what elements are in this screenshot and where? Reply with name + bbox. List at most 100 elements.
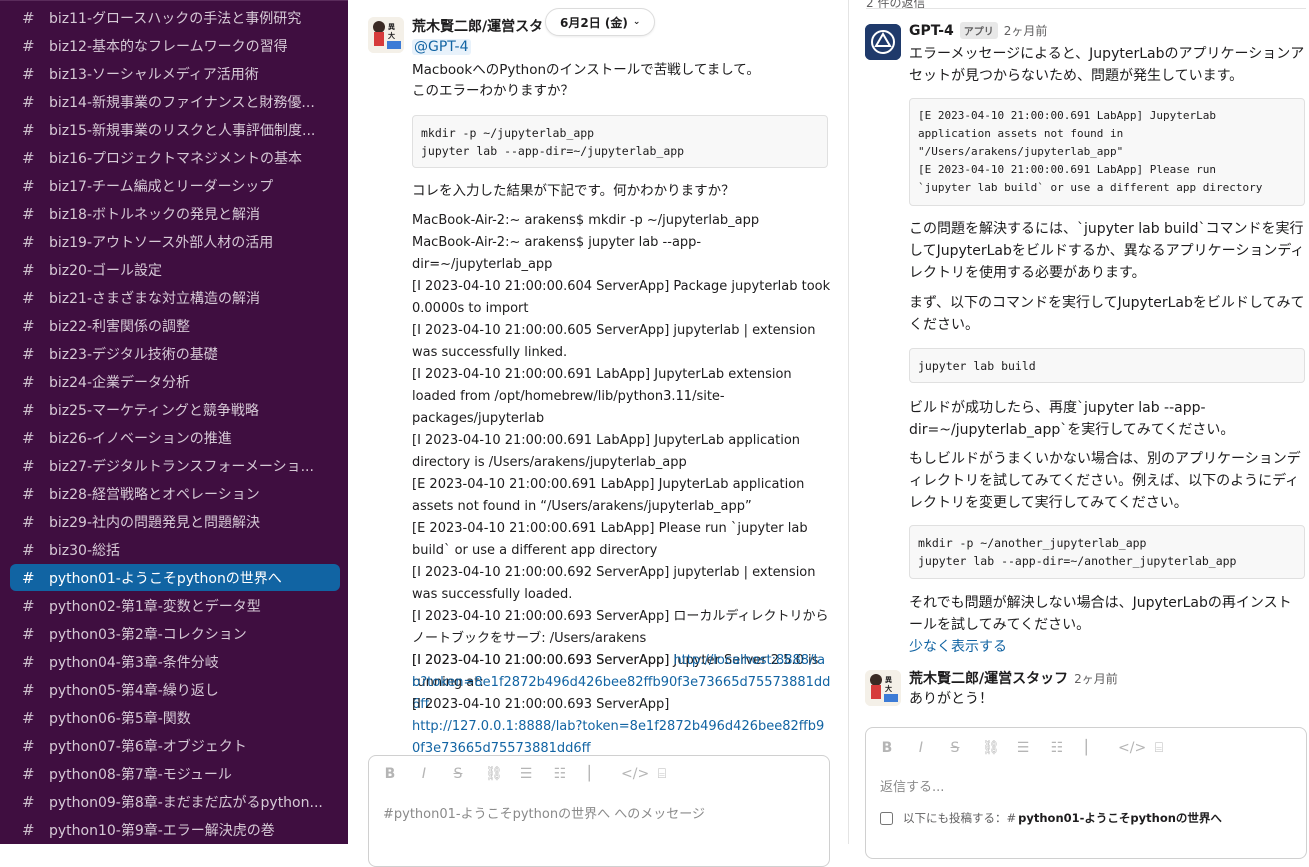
sidebar-channel-item[interactable]: # biz23-デジタル技術の基礎 [10,340,340,367]
channel-name: python10-第9章-エラー解決虎の巻 [49,822,275,839]
composer-placeholder: #python01-ようこそpythonの世界へ へのメッセージ [383,807,705,822]
channel-hash-icon: # [22,120,35,139]
ordered-list-icon[interactable]: ☰ [1016,740,1030,756]
sidebar-channel-item[interactable]: # python10-第9章-エラー解決虎の巻 [10,816,340,843]
channel-hash-icon: # [22,540,35,559]
sidebar-channel-item[interactable]: # biz22-利害関係の調整 [10,312,340,339]
channel-name: biz29-社内の問題発見と問題解決 [49,514,260,531]
blockquote-icon[interactable]: ▏ [587,766,601,782]
reply-author[interactable]: 荒木賢二郎/運営スタッフ [909,668,1068,688]
reply-text: ありがとう！ [909,691,993,707]
bold-icon[interactable]: B [880,740,894,756]
sidebar-channel-item[interactable]: # python05-第4章-繰り返し [10,676,340,703]
bot-avatar[interactable] [865,24,901,60]
avatar-illustration: 異 大 [865,670,901,706]
message-composer[interactable]: B I S ⛓ ☰ ☷ ▏ </> ⌸ #python01-ようこそpython… [368,755,830,867]
sidebar-channel-item[interactable]: # biz30-総括 [10,536,340,563]
code-icon[interactable]: </> [621,766,649,782]
sidebar-channel-item[interactable]: # biz18-ボトルネックの発見と解消 [10,200,340,227]
sidebar-channel-item[interactable]: # biz12-基本的なフレームワークの習得 [10,32,340,59]
channel-name: biz11-グロースハックの手法と事例研究 [49,10,302,27]
sidebar-channel-item[interactable]: # biz11-グロースハックの手法と事例研究 [10,4,340,31]
sidebar-channel-item[interactable]: # biz21-さまざまな対立構造の解消 [10,284,340,311]
channel-hash-icon: # [22,596,35,615]
strikethrough-icon[interactable]: S [948,740,962,756]
also-post-checkbox[interactable] [880,811,893,825]
reply-paragraph: もしビルドがうまくいかない場合は、別のアプリケーションディレクトリを試してみてく… [909,451,1301,511]
sidebar-channel-item[interactable]: # biz17-チーム編成とリーダーシップ [10,172,340,199]
channel-hash-icon: # [22,316,35,335]
sidebar-channel-item[interactable]: # python01-ようこそpythonの世界へ [10,564,340,591]
link-icon[interactable]: ⛓ [485,766,503,782]
channel-name: biz25-マーケティングと競争戦略 [49,402,259,419]
code-icon[interactable]: </> [1118,740,1146,756]
channel-hash-icon: # [22,36,35,55]
message-author[interactable]: 荒木賢二郎/運営スタ [412,16,543,36]
sidebar-channel-item[interactable]: # biz14-新規事業のファイナンスと財務優... [10,88,340,115]
sidebar-channel-item[interactable]: # biz16-プロジェクトマネジメントの基本 [10,144,340,171]
sidebar-channel-item[interactable]: # biz15-新規事業のリスクと人事評価制度... [10,116,340,143]
bulleted-list-icon[interactable]: ☷ [1050,740,1064,756]
channel-hash-icon: # [22,708,35,727]
channel-name: python03-第2章-コレクション [49,626,247,643]
reply-header: 荒木賢二郎/運営スタッフ 2ヶ月前 [909,668,1118,688]
channel-name: biz13-ソーシャルメディア活用術 [49,66,259,83]
sidebar-channel-item[interactable]: # biz27-デジタルトランスフォーメーショ... [10,452,340,479]
channel-name: biz20-ゴール設定 [49,262,162,279]
log-line: [E 2023-04-10 21:00:00.691 LabApp] Pleas… [412,521,808,558]
sidebar-channel-item[interactable]: # biz26-イノベーションの推進 [10,424,340,451]
reply-paragraph: この問題を解決するには、`jupyter lab build`コマンドを実行して… [909,221,1305,281]
sidebar-channel-item[interactable]: # python08-第7章-モジュール [10,760,340,787]
loopback-link[interactable]: http://127.0.0.1:8888/lab?token=8e1f2872… [412,719,824,756]
channel-hash-icon: # [22,64,35,83]
code-block-icon[interactable]: ⌸ [1152,740,1166,756]
ordered-list-icon[interactable]: ☰ [519,766,533,782]
sidebar-channel-item[interactable]: # python03-第2章-コレクション [10,620,340,647]
sidebar-channel-item[interactable]: # biz25-マーケティングと競争戦略 [10,396,340,423]
code-block: [E 2023-04-10 21:00:00.691 LabApp] Jupyt… [909,98,1305,206]
avatar[interactable]: 異 大 [368,17,404,53]
channel-name: biz24-企業データ分析 [49,374,190,391]
italic-icon[interactable]: I [914,740,928,756]
reply-paragraph: それでも問題が解決しない場合は、JupyterLabの再インストールを試してみて… [909,595,1292,633]
bulleted-list-icon[interactable]: ☷ [553,766,567,782]
sidebar-channel-item[interactable]: # biz29-社内の問題発見と問題解決 [10,508,340,535]
timestamp[interactable]: 2ヶ月前 [1004,22,1048,39]
reply-composer[interactable]: B I S ⛓ ☰ ☷ ▏ </> ⌸ 返信する... 以下にも投稿する：# p… [865,727,1307,859]
sidebar-channel-item[interactable]: # biz20-ゴール設定 [10,256,340,283]
timestamp[interactable]: 2ヶ月前 [1074,670,1118,687]
sidebar-channel-item[interactable]: # biz28-経営戦略とオペレーション [10,480,340,507]
avatar[interactable]: 異 大 [865,670,901,706]
channel-name: biz16-プロジェクトマネジメントの基本 [49,150,302,167]
bot-name[interactable]: GPT-4 [909,23,954,39]
sidebar-channel-item[interactable]: # python06-第5章-関数 [10,704,340,731]
also-post-channel[interactable]: python01-ようこそpythonの世界へ [1018,810,1222,826]
code-block-icon[interactable]: ⌸ [655,766,669,782]
show-less-link[interactable]: 少なく表示する [909,636,1007,658]
channel-hash-icon: # [22,92,35,111]
blockquote-icon[interactable]: ▏ [1084,740,1098,756]
date-divider-pill[interactable]: 6月2日 (金) ⌄ [545,8,656,36]
channel-name: biz15-新規事業のリスクと人事評価制度... [49,122,316,139]
channel-hash-icon: # [22,204,35,223]
channel-hash-icon: # [22,652,35,671]
mention-link[interactable]: @GPT-4 [412,39,471,55]
sidebar-channel-item[interactable]: # python04-第3章-条件分岐 [10,648,340,675]
sidebar-channel-item[interactable]: # python02-第1章-変数とデータ型 [10,592,340,619]
sidebar-channel-item[interactable]: # python09-第8章-まだまだ広がるpython... [10,788,340,815]
sidebar-channel-item[interactable]: # biz24-企業データ分析 [10,368,340,395]
sidebar-channel-item[interactable]: # biz13-ソーシャルメディア活用術 [10,60,340,87]
also-post-label: 以下にも投稿する：# [903,811,1017,825]
sidebar-channel-item[interactable]: # biz19-アウトソース外部人材の活用 [10,228,340,255]
svg-text:大: 大 [885,684,892,693]
channel-hash-icon: # [22,512,35,531]
strikethrough-icon[interactable]: S [451,766,465,782]
reply-paragraph: ビルドが成功したら、再度`jupyter lab --app-dir=~/jup… [909,400,1235,438]
link-icon[interactable]: ⛓ [982,740,1000,756]
log-line: MacBook-Air-2:~ arakens$ mkdir -p ~/jupy… [412,213,760,228]
bold-icon[interactable]: B [383,766,397,782]
sidebar-channel-item[interactable]: # python07-第6章-オブジェクト [10,732,340,759]
channel-hash-icon: # [22,344,35,363]
italic-icon[interactable]: I [417,766,431,782]
channel-name: biz19-アウトソース外部人材の活用 [49,234,274,251]
